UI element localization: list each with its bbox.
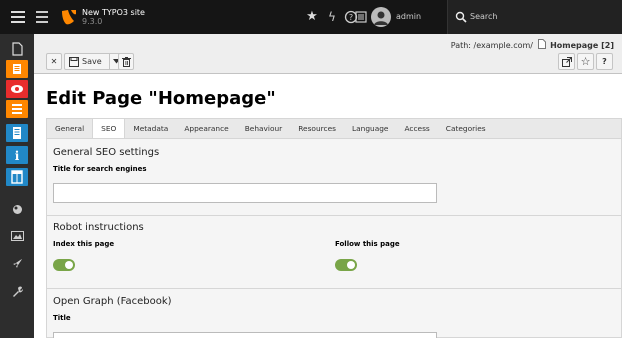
follow-page-label: Follow this page xyxy=(335,240,400,248)
save-icon xyxy=(69,56,79,67)
section-title-robots: Robot instructions xyxy=(53,222,144,233)
trash-icon xyxy=(121,56,131,67)
docheader: ✕ Save Path: /example.com/ Homepage [2] … xyxy=(34,34,622,74)
help-button[interactable]: ? xyxy=(596,53,613,70)
flash-icon[interactable]: ϟ xyxy=(325,10,339,24)
section-divider xyxy=(47,215,621,216)
site-info[interactable]: New TYPO3 site 9.3.0 xyxy=(82,8,145,26)
info-module-icon[interactable]: i xyxy=(6,146,28,164)
search-icon[interactable] xyxy=(455,11,467,23)
filelist-module-icon[interactable] xyxy=(11,231,24,241)
globe-module-icon[interactable] xyxy=(12,204,23,215)
close-button[interactable]: ✕ xyxy=(46,53,62,70)
list-module-icon[interactable] xyxy=(6,100,28,118)
user-avatar-icon[interactable] xyxy=(371,7,391,27)
site-name: New TYPO3 site xyxy=(82,8,145,17)
module-list-icon[interactable] xyxy=(36,11,48,23)
close-icon: ✕ xyxy=(50,57,58,66)
path-page[interactable]: Homepage [2] xyxy=(550,41,614,50)
form-module-icon[interactable] xyxy=(6,124,28,142)
topbar: New TYPO3 site 9.3.0 ★ ϟ ? admin Search xyxy=(0,0,622,34)
tab-behaviour[interactable]: Behaviour xyxy=(237,119,291,138)
index-page-toggle[interactable] xyxy=(53,259,75,271)
tab-categories[interactable]: Categories xyxy=(438,119,494,138)
page-tree-icon[interactable] xyxy=(11,42,23,56)
delete-button[interactable] xyxy=(118,53,134,70)
view-page-button[interactable] xyxy=(558,53,575,70)
follow-page-toggle[interactable] xyxy=(335,259,357,271)
path-prefix: Path: /example.com/ xyxy=(450,41,533,50)
rocket-module-icon[interactable] xyxy=(12,258,23,269)
index-page-label: Index this page xyxy=(53,240,115,248)
tab-access[interactable]: Access xyxy=(396,119,437,138)
search-label[interactable]: Search xyxy=(470,12,497,21)
tab-appearance[interactable]: Appearance xyxy=(176,119,236,138)
typo3-logo-icon[interactable] xyxy=(60,8,78,26)
tab-language[interactable]: Language xyxy=(344,119,396,138)
svg-text:i: i xyxy=(15,149,20,163)
tab-resources[interactable]: Resources xyxy=(290,119,344,138)
tools-module-icon[interactable] xyxy=(12,286,23,297)
section-divider xyxy=(47,288,621,289)
template-module-icon[interactable] xyxy=(6,168,28,186)
tab-bar: General SEO Metadata Appearance Behaviou… xyxy=(46,118,622,140)
bookmark-star-icon[interactable]: ★ xyxy=(305,10,319,24)
bookmark-button[interactable]: ☆ xyxy=(577,53,594,70)
seo-title-input[interactable] xyxy=(53,183,437,203)
section-title-open-graph: Open Graph (Facebook) xyxy=(53,296,172,307)
external-link-icon xyxy=(561,56,572,67)
main-content: Edit Page "Homepage" General SEO Metadat… xyxy=(34,74,622,338)
module-sidebar: i xyxy=(0,34,34,338)
site-version: 9.3.0 xyxy=(82,17,103,26)
save-label: Save xyxy=(82,57,102,66)
username[interactable]: admin xyxy=(396,12,421,21)
star-outline-icon: ☆ xyxy=(580,55,591,68)
save-button[interactable]: Save xyxy=(64,53,110,70)
tab-metadata[interactable]: Metadata xyxy=(125,119,176,138)
section-title-general-seo: General SEO settings xyxy=(53,147,160,158)
page-title: Edit Page "Homepage" xyxy=(46,88,276,109)
og-title-input[interactable] xyxy=(53,332,437,338)
seo-title-label: Title for search engines xyxy=(53,165,147,173)
view-module-icon[interactable] xyxy=(6,80,28,98)
menu-icon[interactable] xyxy=(11,11,25,23)
page-module-icon[interactable] xyxy=(6,60,28,78)
question-icon: ? xyxy=(602,57,607,66)
og-title-label: Title xyxy=(53,314,71,322)
svg-text:?: ? xyxy=(349,13,353,22)
tab-seo[interactable]: SEO xyxy=(92,119,126,140)
page-icon xyxy=(537,39,546,49)
seo-panel: General SEO settings Title for search en… xyxy=(46,138,622,338)
tab-general[interactable]: General xyxy=(47,119,92,138)
system-info-icon[interactable] xyxy=(354,10,368,24)
breadcrumb: Path: /example.com/ Homepage [2] xyxy=(451,39,614,50)
